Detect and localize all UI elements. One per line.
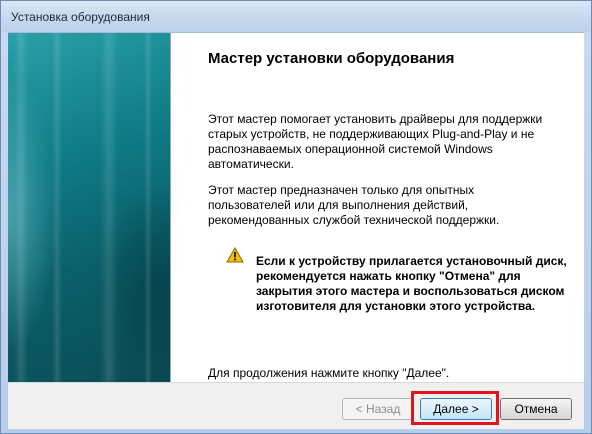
title-bar[interactable]: Установка оборудования xyxy=(1,1,591,32)
banner-stripe xyxy=(144,33,152,382)
intro-line: автоматически. xyxy=(208,157,294,171)
warning-icon xyxy=(226,247,244,263)
audience-line: пользователей или для выполнения действи… xyxy=(208,198,469,212)
wizard-window: Установка оборудования Мастер установки … xyxy=(0,0,592,434)
window-title: Установка оборудования xyxy=(11,10,150,24)
intro-line: Этот мастер помогает установить драйверы… xyxy=(208,112,543,126)
banner-divider xyxy=(170,33,171,382)
cancel-button[interactable]: Отмена xyxy=(500,398,572,420)
wizard-heading: Мастер установки оборудования xyxy=(208,50,455,67)
warning-message: Если к устройству прилагается установочн… xyxy=(256,254,567,314)
intro-paragraph: Этот мастер помогает установить драйверы… xyxy=(208,112,558,172)
wizard-banner-image xyxy=(8,33,170,382)
warning-line: изготовителя для установки этого устройс… xyxy=(256,299,536,313)
intro-line: старых устройств, не поддерживающих Plug… xyxy=(208,127,535,141)
warning-line: рекомендуется нажать кнопку "Отмена" для xyxy=(256,269,521,283)
warning-line: Если к устройству прилагается установочн… xyxy=(256,254,567,268)
intro-line: распознаваемых операционной системой Win… xyxy=(208,142,493,156)
continue-instruction: Для продолжения нажмите кнопку "Далее". xyxy=(208,366,450,380)
audience-line: Этот мастер предназначен только для опыт… xyxy=(208,183,475,197)
wizard-button-bar: < Назад Далее > Отмена xyxy=(8,382,584,429)
warning-line: закрытия этого мастера и воспользоваться… xyxy=(256,284,565,298)
banner-stripe xyxy=(14,33,28,382)
wizard-client-area: Мастер установки оборудования Этот масте… xyxy=(8,32,584,382)
banner-stripe xyxy=(52,33,62,382)
next-button[interactable]: Далее > xyxy=(420,398,492,420)
banner-stripe xyxy=(100,33,118,382)
audience-line: рекомендованных службой технической подд… xyxy=(208,213,500,227)
audience-paragraph: Этот мастер предназначен только для опыт… xyxy=(208,183,558,228)
back-button[interactable]: < Назад xyxy=(342,398,414,420)
